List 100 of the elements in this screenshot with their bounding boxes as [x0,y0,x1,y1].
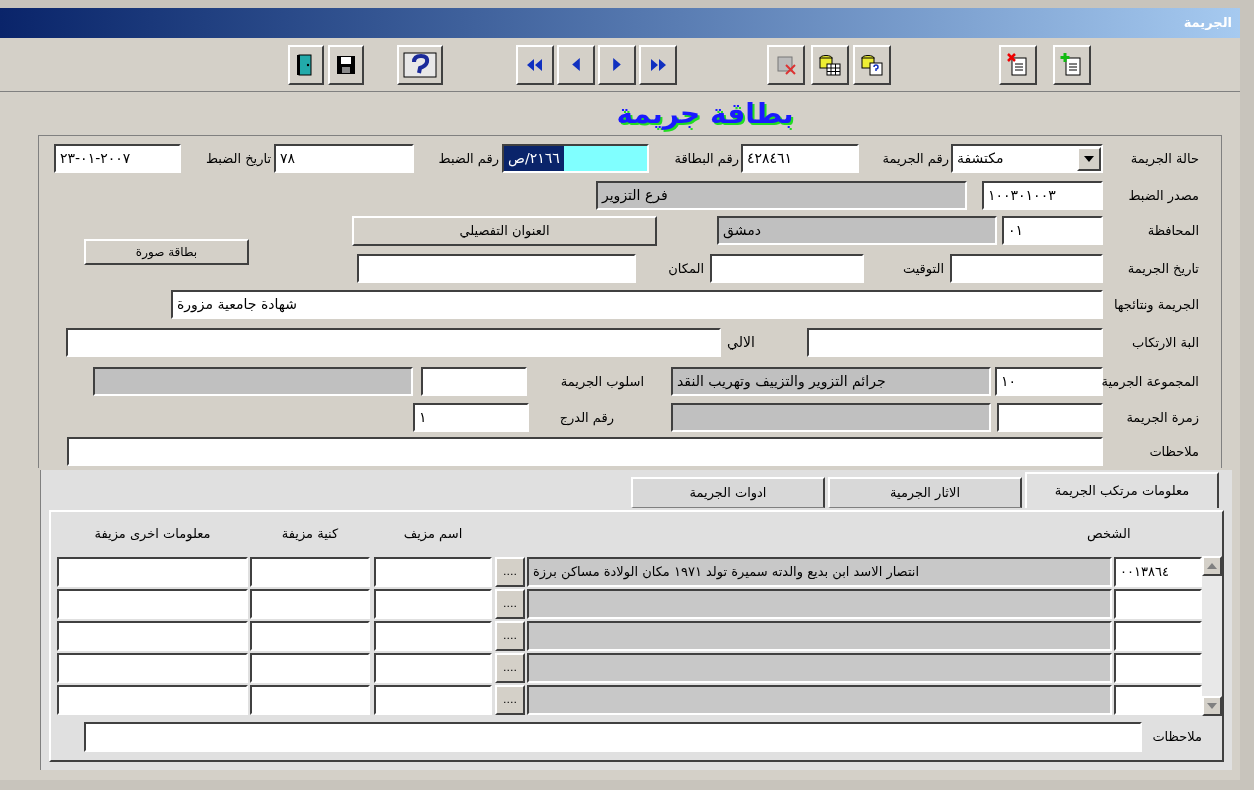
input-field[interactable]: ١٠٠٣٠١٠٠٣ [982,181,1103,210]
readonly-field: دمشق [717,216,997,245]
scroll-down-icon[interactable] [1202,696,1222,716]
notes-label: ملاحظات [1151,728,1203,747]
table-cell[interactable] [374,557,492,587]
field-label: المجموعة الجرمية [1101,372,1199,392]
next-arrow-icon [613,58,621,71]
column-header: اسم مزيف [403,525,463,544]
input-field[interactable]: ١ [413,403,529,432]
input-field[interactable]: ٢٠٠٧-٠١-٢٣ [54,144,181,173]
input-field[interactable] [357,254,636,283]
field-label: مصدر الضبط [1128,186,1199,206]
next-toolbar-button[interactable] [598,44,636,85]
add-toolbar-button[interactable] [1053,44,1091,85]
field-label: حالة الجريمة [1130,149,1199,169]
table-cell[interactable]: ٠٠١٣٨٦٤ [1114,557,1202,587]
table-cell[interactable] [250,685,370,715]
field-label: تاريخ الضبط [205,149,271,168]
table-cell[interactable] [527,685,1112,715]
column-header: معلومات اخرى مزيفة [94,525,211,544]
table-cell[interactable] [527,653,1112,683]
ellipsis-button[interactable]: .... [495,621,525,651]
input-field[interactable]: ١٠ [995,367,1103,396]
input-field[interactable] [710,254,864,283]
input-field[interactable] [807,328,1103,357]
form-title: بطاقة جريمة [616,95,794,132]
exit-toolbar-button[interactable] [288,44,324,85]
input-field[interactable] [997,403,1103,432]
help-icon [402,49,438,80]
query-toolbar-button[interactable] [853,44,891,85]
table-cell[interactable]: انتصار الاسد ابن بديع والدته سميرة تولد ١٩٧١ مكان الولادة مساكن برزة [527,557,1112,587]
last-toolbar-button[interactable] [639,44,677,85]
tab[interactable]: ادوات الجريمة [631,477,825,508]
table-cell[interactable] [374,685,492,715]
table-cell[interactable] [57,653,248,683]
delete-toolbar-button[interactable] [999,44,1037,85]
table-cell[interactable] [250,589,370,619]
input-field[interactable] [66,328,721,357]
table-cell[interactable] [527,621,1112,651]
table-toolbar-button[interactable] [811,44,849,85]
table-cell[interactable] [1114,589,1202,619]
input-field[interactable] [950,254,1103,283]
clear-toolbar-button[interactable] [767,44,805,85]
table-cell[interactable] [57,589,248,619]
field-label: التوقيت [902,259,944,279]
ellipsis-button[interactable]: .... [495,685,525,715]
column-header: كنية مزيفة [281,525,339,544]
input-field[interactable]: ٤٢٨٤٦١ [741,144,859,173]
tab[interactable]: معلومات مرتكب الجريمة [1025,472,1219,508]
help-toolbar-button[interactable] [397,44,443,85]
selected-text: ٢١٦٦/ص [504,146,564,171]
ellipsis-button[interactable]: .... [495,557,525,587]
scroll-up-icon[interactable] [1202,556,1222,576]
notes-field[interactable] [84,722,1142,752]
tab[interactable]: الاثار الجرمية [828,477,1022,508]
input-field[interactable]: ٠١ [1002,216,1103,245]
photo-card-button[interactable]: بطاقة صورة [84,239,249,265]
table-cell[interactable] [250,653,370,683]
ellipsis-button[interactable]: .... [495,589,525,619]
table-cell[interactable] [57,621,248,651]
column-header: الشخص [1087,525,1131,544]
save-toolbar-button[interactable] [328,44,364,85]
window-title: الجريمة [1183,14,1232,33]
first-toolbar-button[interactable] [516,44,554,85]
field-label: زمرة الجريمة [1126,408,1199,428]
field-label: اسلوب الجريمة [560,372,644,392]
table-cell[interactable] [1114,653,1202,683]
readonly-field: جرائم التزوير والتزييف وتهريب النقد [671,367,991,396]
input-field[interactable]: شهادة جامعية مزورة [171,290,1103,319]
table-cell[interactable] [57,557,248,587]
ellipsis-button[interactable]: .... [495,653,525,683]
table-cell[interactable] [250,621,370,651]
field-text: الالي [727,333,755,352]
field-label: المحافظة [1147,221,1199,240]
scrollbar[interactable] [1202,556,1222,716]
table-cell[interactable] [527,589,1112,619]
table-cell[interactable] [1114,685,1202,715]
field-label: الجريمة ونتائجها [1113,295,1199,315]
input-field[interactable] [67,437,1103,466]
previous-toolbar-button[interactable] [557,44,595,85]
field-label: المكان [668,259,704,278]
field-label: رقم الجريمة [882,149,949,169]
input-field[interactable]: ٢١٦٦/ص [502,144,649,173]
table-cell[interactable] [57,685,248,715]
field-label: رقم البطاقة [674,149,739,169]
input-field[interactable]: ٧٨ [274,144,414,173]
table-cell[interactable] [374,621,492,651]
field-label: رقم الدرج [559,408,614,428]
field-label: البة الارتكاب [1132,333,1199,352]
dropdown[interactable]: مكتشفة [951,144,1103,173]
field-label: ملاحظات [1149,442,1199,461]
readonly-field: فرع التزوير [596,181,967,210]
table-cell[interactable] [1114,621,1202,651]
input-field[interactable] [421,367,527,396]
table-cell[interactable] [374,589,492,619]
table-cell[interactable] [374,653,492,683]
field-label: تاريخ الجريمة [1127,259,1199,279]
table-cell[interactable] [250,557,370,587]
detail-address-button[interactable]: العنوان التفصيلي [352,216,657,246]
previous-arrow-icon [572,58,580,71]
